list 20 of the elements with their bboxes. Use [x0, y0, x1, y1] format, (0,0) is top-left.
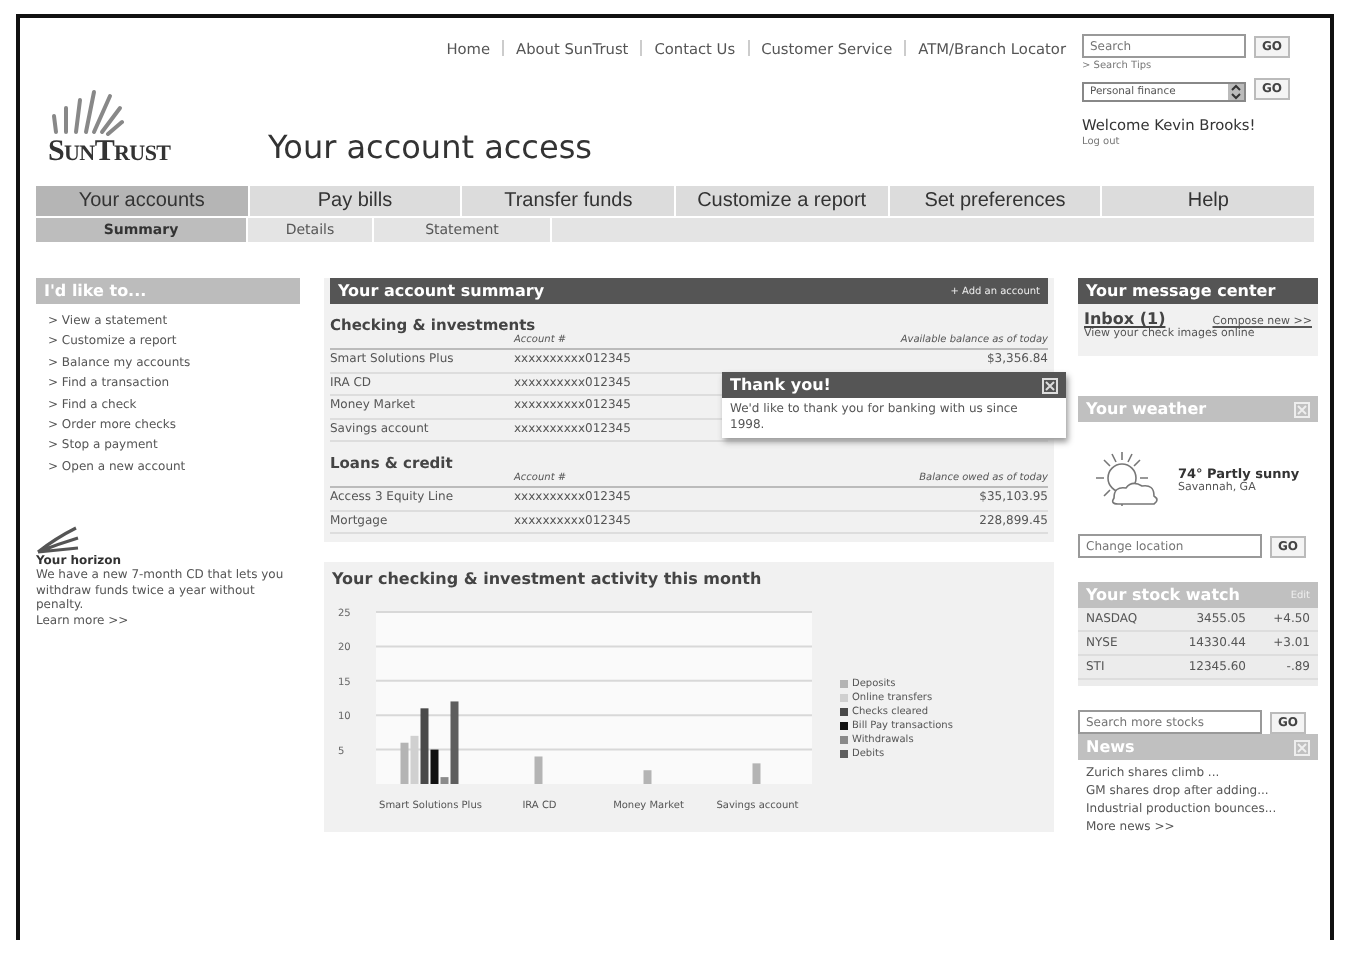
nav-tab[interactable]: Customize a report: [675, 186, 888, 216]
popup-title: Thank you!: [730, 376, 831, 394]
inbox-link[interactable]: Inbox (1): [1084, 310, 1166, 328]
nav-tab[interactable]: Help: [1102, 186, 1314, 216]
nav-tab[interactable]: Your accounts: [36, 186, 248, 216]
close-icon[interactable]: [1042, 377, 1058, 393]
spinner-icon: [1228, 84, 1244, 100]
panel-title: News: [1086, 738, 1135, 756]
panel-title: Your weather: [1086, 400, 1207, 418]
panel-title: Your account summary: [338, 282, 545, 300]
panel-title: Your stock watch: [1086, 586, 1240, 604]
chart-title: Your checking & investment activity this month: [332, 570, 764, 588]
nav-tab[interactable]: Transfer funds: [462, 186, 674, 216]
panel-header: I'd like to...: [36, 278, 300, 304]
nav-tab[interactable]: Pay bills: [249, 186, 461, 216]
horizon-icon: [36, 526, 80, 555]
panel-title: Your message center: [1086, 282, 1276, 300]
brand-logo: SunTrust: [48, 136, 173, 170]
page-title: Your account access: [268, 128, 594, 170]
nav-tab[interactable]: Set preferences: [889, 186, 1101, 216]
